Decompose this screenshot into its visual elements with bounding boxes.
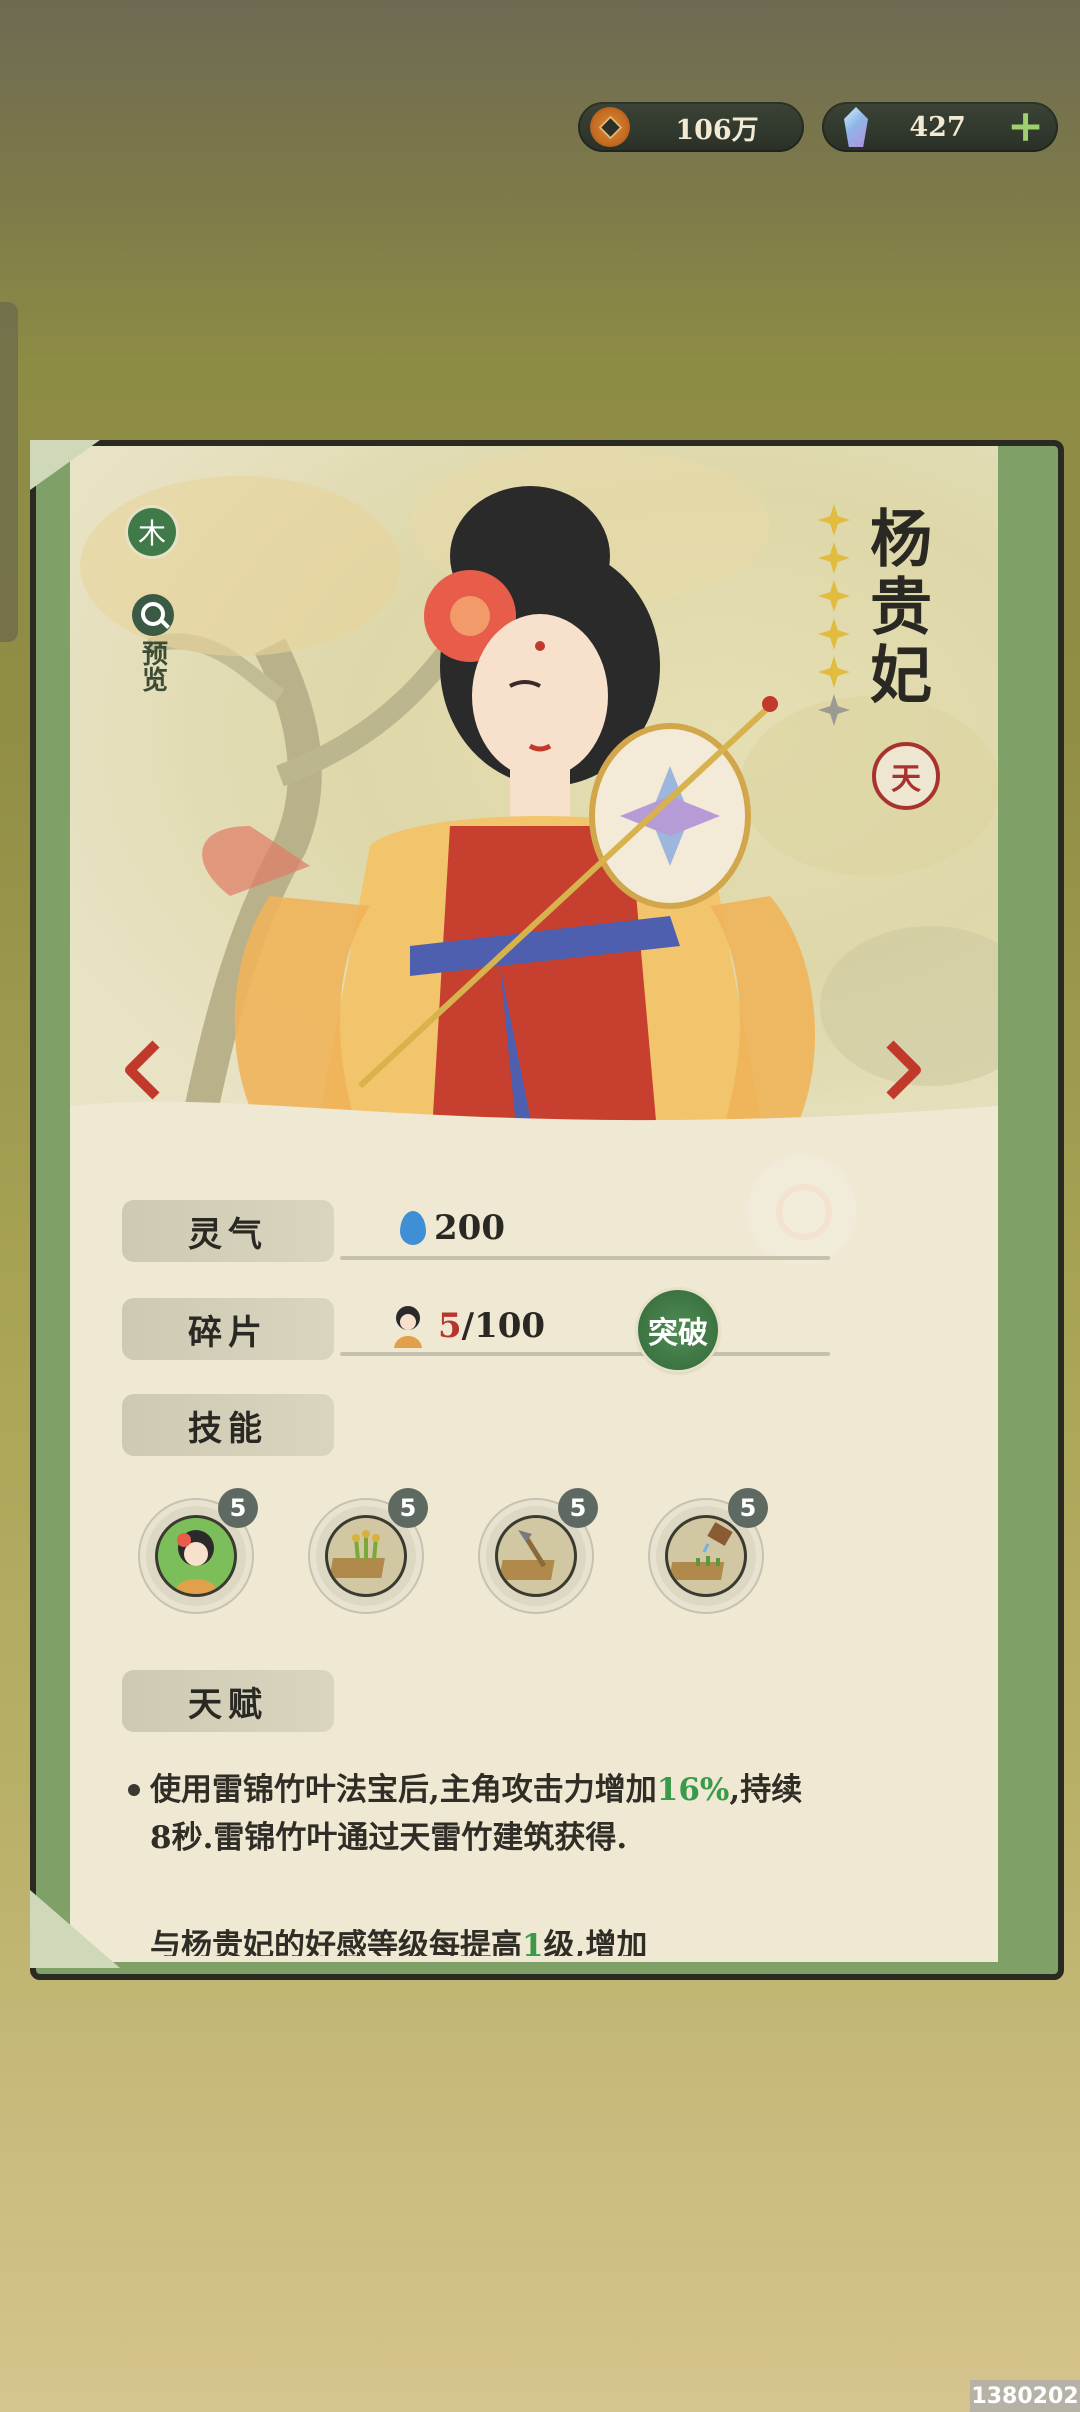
skill-slot-3[interactable]: 5: [480, 1488, 598, 1612]
skills-label: 技能: [122, 1394, 334, 1456]
spirit-value: 200: [434, 1208, 505, 1248]
coin-icon: [590, 107, 630, 147]
breakthrough-button[interactable]: 突破: [638, 1290, 718, 1370]
crop-skill-icon: [329, 1530, 385, 1578]
side-drawer-handle[interactable]: [0, 302, 18, 642]
talent-highlight: 16%: [656, 1772, 730, 1808]
rank-seal: 天: [872, 742, 940, 810]
bullet-icon: [128, 1784, 140, 1796]
talent-label: 天赋: [122, 1670, 334, 1732]
skill-level-badge: 5: [728, 1488, 768, 1528]
fragments-current: 5: [438, 1306, 462, 1346]
coin-value: 106万: [675, 114, 759, 146]
watering-skill-icon: [669, 1522, 733, 1580]
talent-highlight: 1: [522, 1928, 544, 1956]
star-icon: [818, 580, 850, 612]
star-icon: [818, 542, 850, 574]
spirit-label: 灵气: [122, 1200, 334, 1262]
spirit-drop-icon: [400, 1211, 426, 1245]
spirit-underline: [340, 1256, 830, 1260]
skill-slot-2[interactable]: 5: [310, 1488, 428, 1612]
coin-counter: 106万: [578, 102, 804, 152]
preview-button[interactable]: 预览: [130, 594, 176, 692]
element-badge-wood: 木: [128, 508, 176, 556]
talent-text: 使用雷锦竹叶法宝后,主角攻击力增加: [150, 1772, 657, 1808]
talent-description-2: 与杨贵妃的好感等级每提高1级,增加: [150, 1922, 810, 1956]
talent-text: 级,增加: [543, 1928, 648, 1956]
skill-slot-1[interactable]: 5: [140, 1488, 258, 1612]
magnifier-icon: [132, 594, 174, 636]
skill-level-badge: 5: [388, 1488, 428, 1528]
star-icon: [818, 656, 850, 688]
fragments-label: 碎片: [122, 1298, 334, 1360]
next-character-arrow-icon[interactable]: [884, 1040, 924, 1100]
watermark: 1380202: [970, 2380, 1080, 2412]
fragments-value-group: 5 /100: [388, 1302, 545, 1350]
fragments-total: /100: [461, 1306, 546, 1346]
portrait-skill-icon: [174, 1530, 218, 1594]
gem-value: 427: [909, 111, 966, 143]
talent-text: 与杨贵妃的好感等级每提高: [150, 1928, 522, 1956]
focus-target-button[interactable]: [746, 1154, 858, 1266]
prev-character-arrow-icon[interactable]: [122, 1040, 162, 1100]
star-empty-icon: [818, 694, 850, 726]
skill-slot-4[interactable]: 5: [650, 1488, 768, 1612]
gem-counter: 427 +: [822, 102, 1058, 152]
talent-description-1: 使用雷锦竹叶法宝后,主角攻击力增加16%,持续8秒.雷锦竹叶通过天雷竹建筑获得.: [128, 1766, 810, 1862]
skill-level-badge: 5: [558, 1488, 598, 1528]
skill-level-badge: 5: [218, 1488, 258, 1528]
fragments-underline: [340, 1352, 830, 1356]
spirit-value-group: 200: [400, 1208, 505, 1248]
star-icon: [818, 504, 850, 536]
hoe-skill-icon: [499, 1530, 555, 1580]
add-gems-button[interactable]: +: [1007, 105, 1044, 149]
star-icon: [818, 618, 850, 650]
preview-label: 预览: [137, 640, 168, 692]
fragment-portrait-icon: [394, 1306, 422, 1348]
character-name: 杨贵妃: [859, 506, 932, 710]
gem-icon: [844, 107, 868, 147]
